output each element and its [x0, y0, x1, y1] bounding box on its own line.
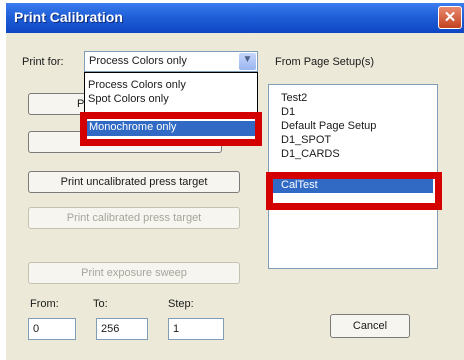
option-process-colors[interactable]: Process Colors only — [88, 79, 186, 91]
from-field[interactable]: 0 — [28, 318, 76, 340]
from-value: 0 — [33, 323, 40, 335]
dropdown-arrow-button[interactable]: ▼ — [239, 53, 256, 70]
list-item[interactable]: D1 — [281, 106, 295, 118]
print-uncalibrated-target-button[interactable]: Print uncalibrated press target — [28, 171, 240, 193]
chevron-down-icon: ▼ — [242, 54, 253, 65]
close-button[interactable]: ✕ — [438, 6, 462, 29]
list-item[interactable]: Test2 — [281, 92, 307, 104]
to-value: 256 — [101, 323, 120, 335]
option-spot-colors[interactable]: Spot Colors only — [88, 93, 169, 105]
cancel-button[interactable]: Cancel — [330, 314, 410, 338]
page-setup-label: From Page Setup(s) — [275, 56, 375, 68]
from-label: From: — [30, 298, 59, 310]
window-title: Print Calibration — [14, 9, 123, 25]
print-calibrated-target-button[interactable]: Print calibrated press target — [28, 207, 240, 229]
list-item[interactable]: Default Page Setup — [281, 120, 376, 132]
highlight-caltest-item — [266, 172, 442, 210]
title-bar: Print Calibration ✕ — [6, 3, 464, 33]
highlight-monochrome-option — [80, 112, 262, 146]
to-label: To: — [93, 298, 108, 310]
list-item[interactable]: D1_CARDS — [281, 148, 340, 160]
list-item[interactable]: D1_SPOT — [281, 134, 331, 146]
print-for-label: Print for: — [22, 56, 64, 68]
print-for-select[interactable]: Process Colors only ▼ — [84, 51, 258, 72]
step-label: Step: — [168, 298, 194, 310]
print-exposure-sweep-button[interactable]: Print exposure sweep — [28, 262, 240, 284]
print-for-selected: Process Colors only — [89, 55, 187, 67]
step-field[interactable]: 1 — [168, 318, 224, 340]
step-value: 1 — [173, 323, 180, 335]
to-field[interactable]: 256 — [96, 318, 148, 340]
close-icon: ✕ — [443, 9, 457, 26]
